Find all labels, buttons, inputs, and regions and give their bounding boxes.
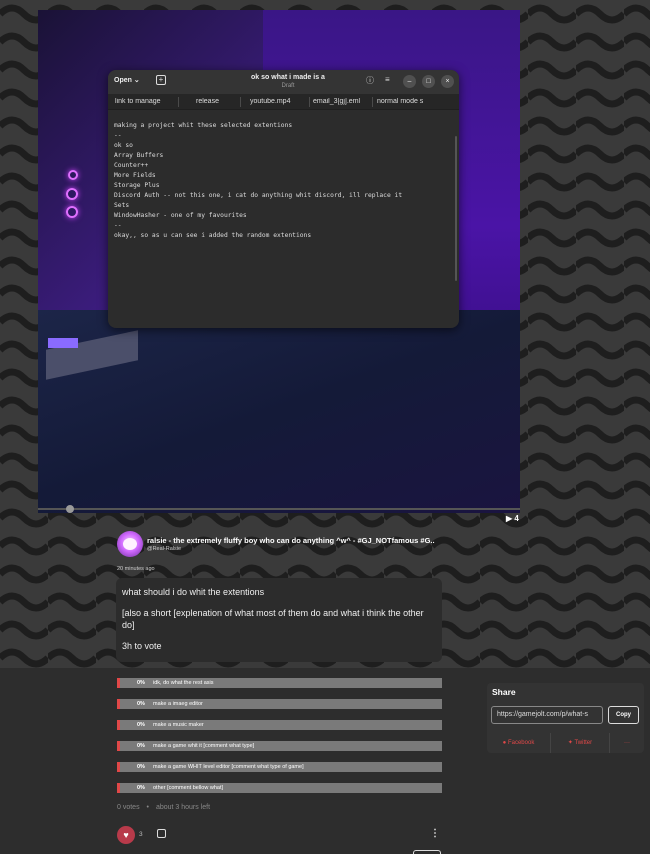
info-icon[interactable]: ⓘ: [366, 75, 374, 86]
video-scrubber-handle[interactable]: [66, 505, 74, 513]
share-url-field[interactable]: https://gamejolt.com/p/what-s: [491, 706, 603, 724]
post-body: what should i do whit the extentions [al…: [116, 578, 442, 662]
tab-youtube[interactable]: youtube.mp4: [250, 98, 310, 105]
poll-option-text: make a music maker: [153, 722, 204, 728]
editor-line: Sets: [114, 202, 130, 209]
poll-option-text: make a imaeg editor: [153, 701, 203, 707]
editor-line: making a project whit these selected ext…: [114, 122, 293, 129]
poll-option-text: make a game WHIT level editor [comment w…: [153, 764, 304, 770]
new-tab-icon[interactable]: +: [156, 75, 166, 85]
tab-email[interactable]: email_3[gj].eml: [313, 98, 373, 105]
tab-link-to-manage[interactable]: link to manage: [115, 98, 177, 105]
more-share-button[interactable]: ···: [610, 733, 644, 753]
media-monitor: [48, 338, 78, 348]
window-subtitle: Draft: [281, 83, 295, 89]
like-button[interactable]: ♥: [117, 826, 135, 844]
poll-option[interactable]: 0% make a music maker: [117, 720, 442, 730]
neon-ring: [66, 188, 78, 200]
open-label: Open: [114, 77, 132, 84]
open-button[interactable]: Open ⌄: [114, 76, 140, 84]
poll-option[interactable]: 0% make a imaeg editor: [117, 699, 442, 709]
poll-option[interactable]: 0% make a game WHIT level editor [comment…: [117, 762, 442, 772]
editor-line: --: [114, 132, 122, 139]
poll-option[interactable]: 0% idk, do what the rest asis: [117, 678, 442, 688]
window-title: ok so what i made is a: [251, 74, 325, 81]
editor-line: More Fields: [114, 172, 156, 179]
share-panel: Share https://gamejolt.com/p/what-s Copy…: [487, 683, 644, 753]
editor-line: Storage Plus: [114, 182, 160, 189]
editor-text[interactable]: making a project whit these selected ext…: [114, 111, 453, 261]
editor-line: Array Buffers: [114, 152, 164, 159]
menu-icon[interactable]: ≡: [385, 75, 390, 84]
minimize-icon[interactable]: –: [403, 75, 416, 88]
play-count: ▶ 4: [506, 514, 519, 523]
tab-separator: [372, 97, 373, 107]
poll-percent: 0%: [137, 701, 145, 707]
close-icon[interactable]: ×: [441, 75, 454, 88]
tab-separator: [178, 97, 179, 107]
video-scrubber[interactable]: [38, 508, 520, 510]
post-paragraph: [also a short [explenation of what most …: [122, 608, 424, 630]
like-count[interactable]: 3: [139, 831, 143, 838]
post-paragraph: 3h to vote: [122, 641, 162, 651]
poll-meta: 0 votes • about 3 hours left: [117, 804, 210, 811]
editor-line: Counter++: [114, 162, 149, 169]
maximize-icon[interactable]: □: [422, 75, 435, 88]
editor-line: okay,, so as u can see i added the rando…: [114, 232, 312, 239]
poll-time-left: about 3 hours left: [155, 804, 211, 811]
poll-option-text: make a game whit it [comment what type]: [153, 743, 255, 749]
post-paragraph: what should i do whit the extentions: [122, 587, 265, 597]
poll-percent: 0%: [137, 722, 145, 728]
tab-normal-mode[interactable]: normal mode s: [377, 98, 433, 105]
poll-votes: 0 votes: [117, 804, 140, 811]
editor-line: Discord Auth -- not this one, i cat do a…: [114, 192, 403, 199]
author-name[interactable]: ralsie - the extremely fluffy boy who ca…: [147, 536, 437, 545]
editor-line: --: [114, 222, 122, 229]
facebook-share-button[interactable]: ● Facebook: [487, 733, 550, 753]
comment-icon[interactable]: [157, 829, 166, 838]
post-time: 20 minutes ago: [117, 566, 155, 572]
copy-button[interactable]: Copy: [608, 706, 639, 724]
more-options-icon[interactable]: ⋮: [430, 828, 440, 839]
poll-percent: 0%: [137, 785, 145, 791]
poll-percent: 0%: [137, 680, 145, 686]
poll-option[interactable]: 0% make a game whit it [comment what type…: [117, 741, 442, 751]
tab-separator: [240, 97, 241, 107]
tab-bar: link to manage release youtube.mp4 email…: [108, 94, 459, 110]
poll-option[interactable]: 0% other [comment bellow what]: [117, 783, 442, 793]
heart-icon: ♥: [123, 830, 129, 840]
poll-option-text: idk, do what the rest asis: [153, 680, 214, 686]
bottom-button[interactable]: [413, 850, 441, 854]
twitter-label: Twitter: [574, 740, 593, 746]
tab-release[interactable]: release: [196, 98, 246, 105]
editor-line: WindowHasher - one of my favourites: [114, 212, 247, 219]
facebook-label: Facebook: [507, 740, 535, 746]
avatar[interactable]: [117, 531, 143, 557]
poll-option-text: other [comment bellow what]: [153, 785, 224, 791]
neon-ring: [66, 206, 78, 218]
poll-separator: •: [146, 804, 149, 811]
poll-percent: 0%: [137, 743, 145, 749]
neon-ring: [68, 170, 78, 180]
editor-scrollbar[interactable]: [455, 136, 457, 281]
window-titlebar: Open ⌄ + ok so what i made is a Draft ⓘ …: [108, 70, 459, 94]
share-heading: Share: [492, 687, 516, 697]
poll-percent: 0%: [137, 764, 145, 770]
avatar-face: [123, 538, 137, 550]
editor-line: ok so: [114, 142, 133, 149]
tab-separator: [309, 97, 310, 107]
editor-window: Open ⌄ + ok so what i made is a Draft ⓘ …: [108, 70, 459, 328]
author-handle[interactable]: @Real-Ralsie: [147, 546, 181, 552]
twitter-share-button[interactable]: ✦ Twitter: [551, 733, 609, 753]
